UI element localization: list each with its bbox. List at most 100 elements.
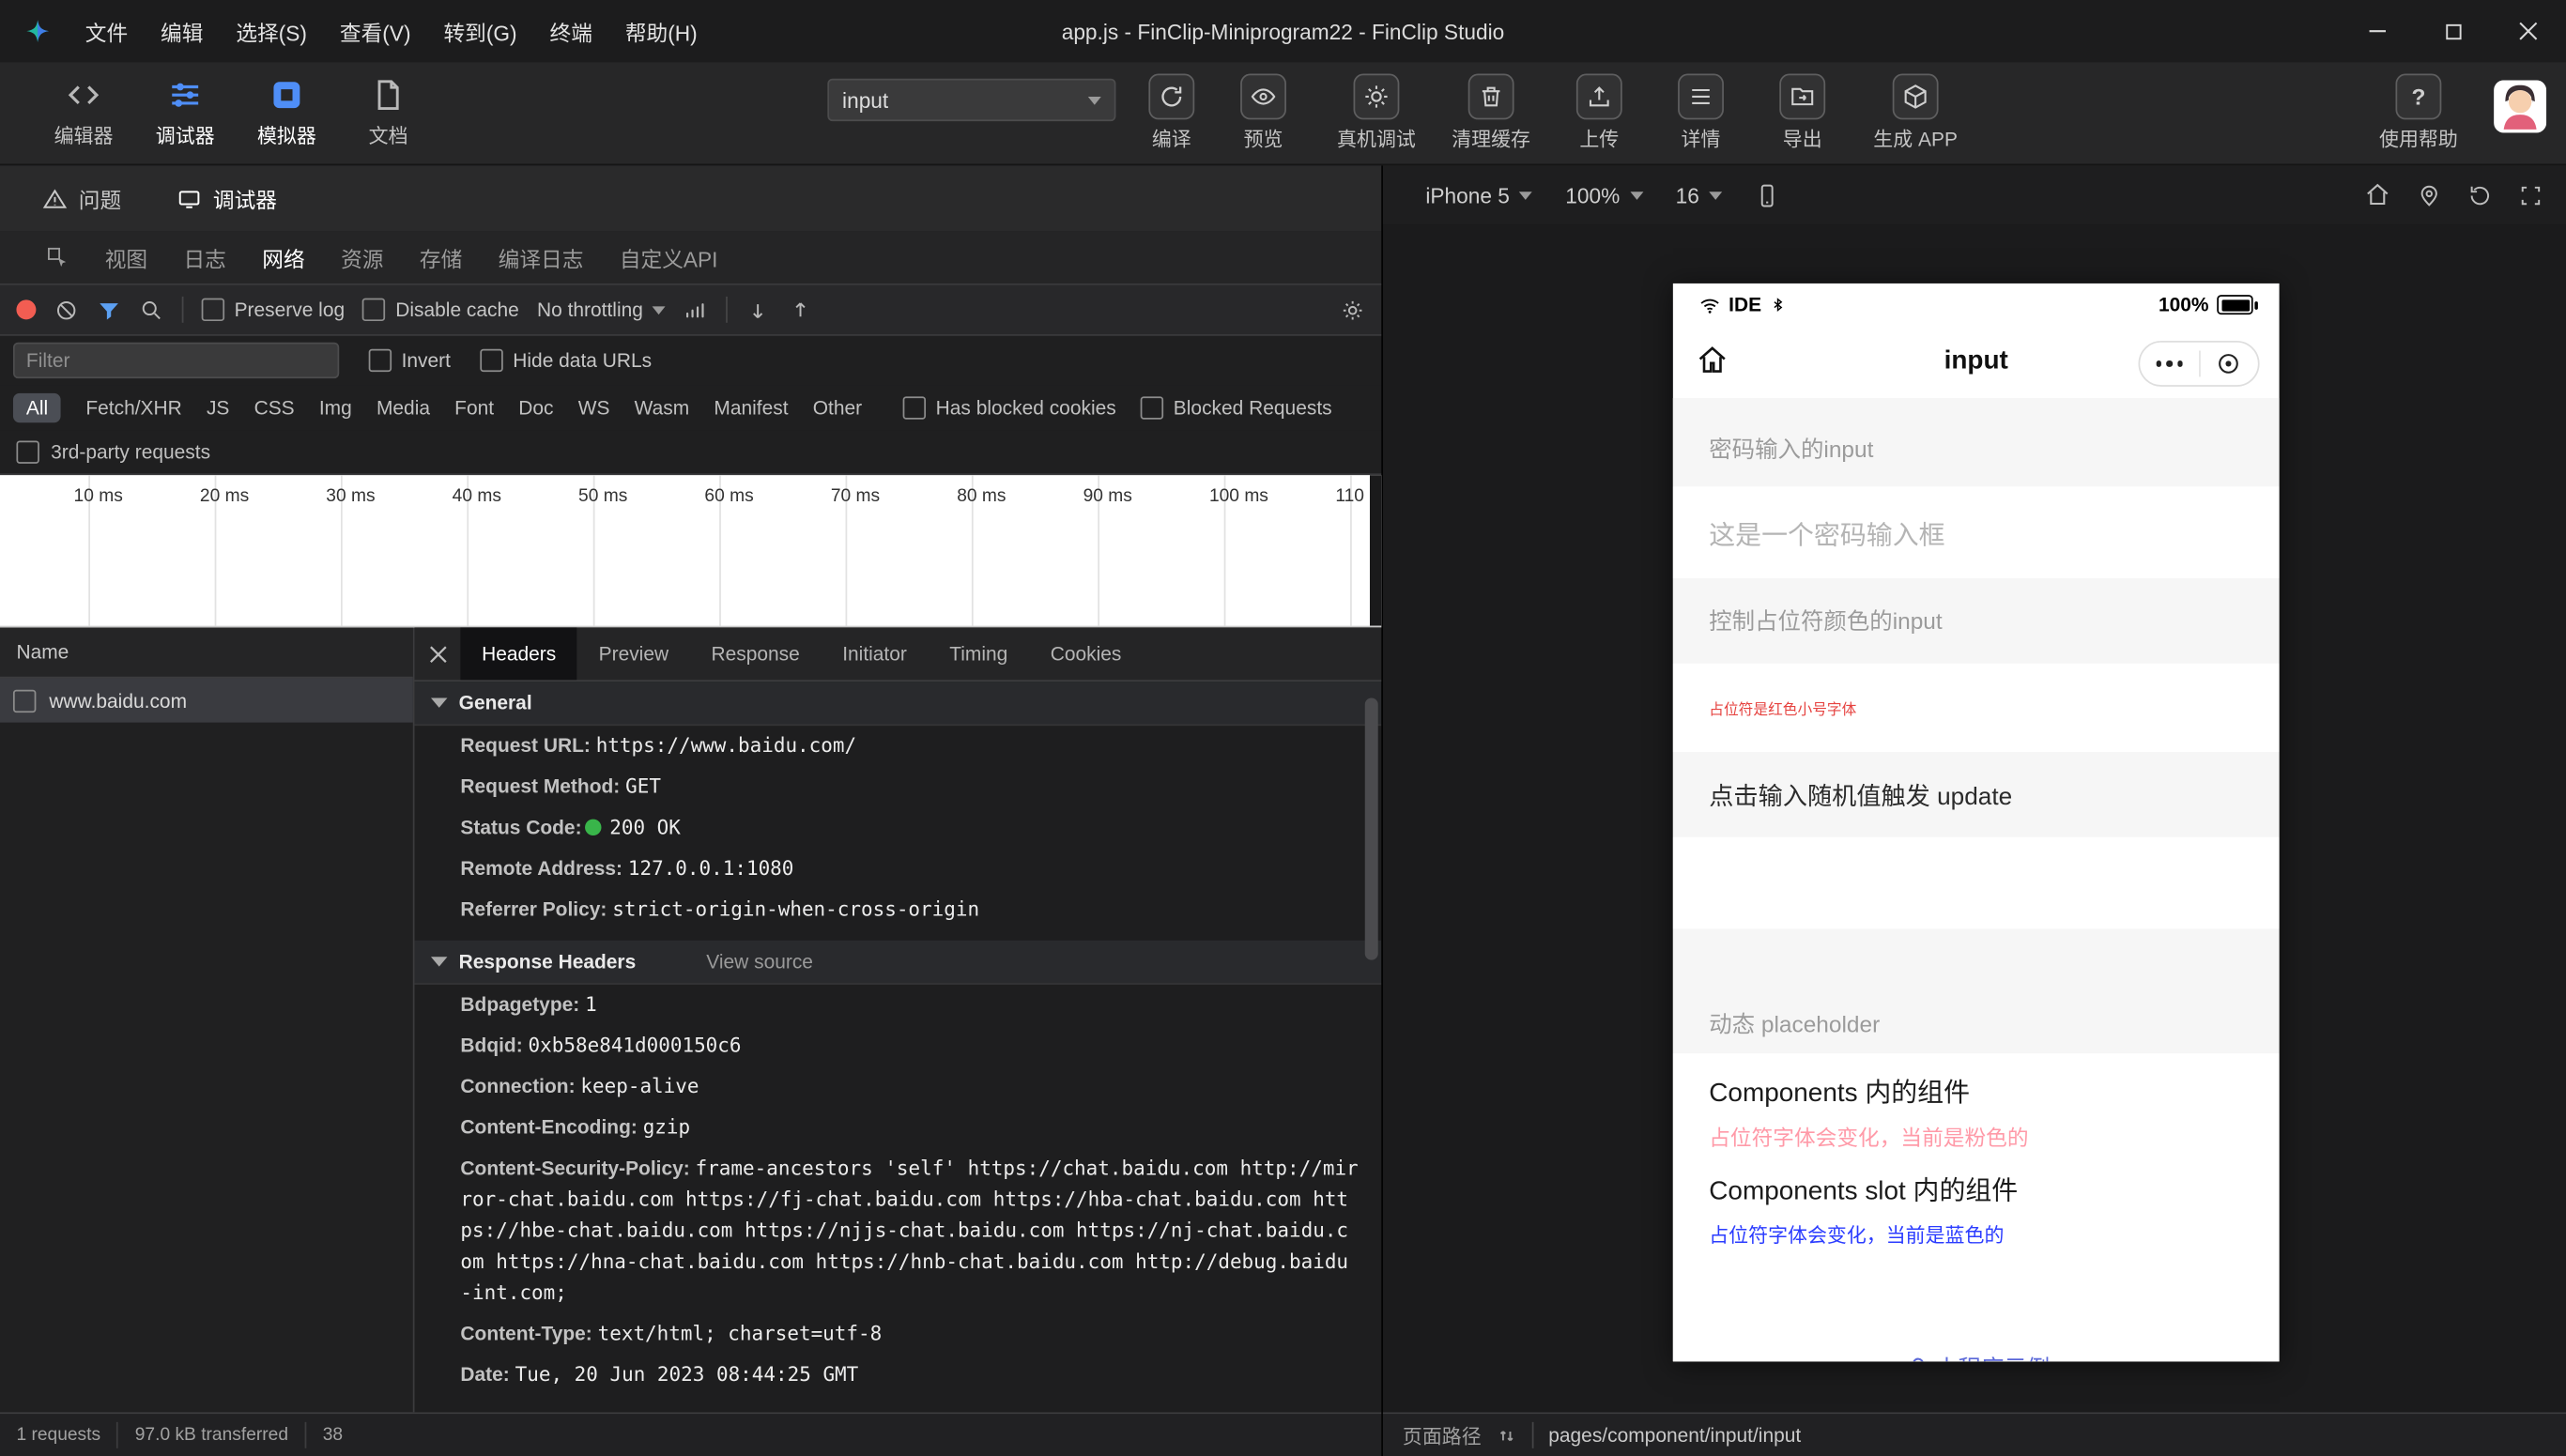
name-column-header[interactable]: Name [0,627,413,679]
chip-doc[interactable]: Doc [518,396,553,419]
tab-timing[interactable]: Timing [929,627,1029,680]
user-avatar[interactable] [2494,80,2547,133]
capture-icon[interactable] [2518,183,2543,207]
inspect-icon[interactable] [46,246,69,268]
preserve-log-checkbox[interactable]: Preserve log [201,298,345,322]
export-button[interactable]: 导出 [1763,73,1842,153]
miniprogram-sample-link[interactable]: 小程序示例 [1673,1352,2280,1362]
help-button[interactable]: ? 使用帮助 [2373,73,2465,153]
tab-cookies[interactable]: Cookies [1029,627,1143,680]
chip-media[interactable]: Media [376,396,430,419]
chip-font[interactable]: Font [454,396,494,419]
maximize-icon[interactable] [2415,0,2490,62]
hide-data-urls-checkbox[interactable]: Hide data URLs [480,348,652,373]
tab-custom-api[interactable]: 自定义API [620,241,718,272]
chip-wasm[interactable]: Wasm [635,396,690,419]
preview-button[interactable]: 预览 [1227,73,1299,153]
upload-button[interactable]: 上传 [1560,73,1638,153]
minimize-icon[interactable] [2340,0,2415,62]
compile-target-select[interactable]: input [827,78,1116,122]
device-select[interactable]: iPhone 5 [1425,183,1533,207]
chip-manifest[interactable]: Manifest [714,396,788,419]
menu-goto[interactable]: 转到(G) [427,16,533,47]
debugger-button[interactable]: 调试器 [141,74,229,149]
close-icon[interactable] [2491,0,2566,62]
home-icon[interactable] [2364,182,2390,208]
editor-button[interactable]: 编辑器 [39,74,128,149]
scrollbar[interactable] [1369,475,1382,626]
tab-preview[interactable]: Preview [577,627,690,680]
menu-terminal[interactable]: 终端 [533,16,608,47]
password-input[interactable]: 这是一个密码输入框 [1672,486,2280,579]
chip-img[interactable]: Img [319,396,352,419]
throttling-select[interactable]: No throttling [537,299,667,321]
home-icon[interactable] [1696,344,1729,376]
tab-resources[interactable]: 资源 [341,241,383,272]
clear-cache-button[interactable]: 清理缓存 [1445,73,1537,153]
record-icon[interactable] [16,299,37,320]
close-circle-icon[interactable] [2200,343,2258,385]
update-trigger-row[interactable]: 点击输入随机值触发 update [1673,752,2280,837]
tab-compile-log[interactable]: 编译日志 [499,241,584,272]
settings-gear-icon[interactable] [1341,298,1365,322]
tab-debugger-panel[interactable]: 调试器 [177,183,277,214]
refresh-icon[interactable] [2467,183,2492,207]
tab-initiator[interactable]: Initiator [822,627,929,680]
filter-input[interactable] [12,342,340,379]
chip-other[interactable]: Other [813,396,862,419]
invert-checkbox[interactable]: Invert [368,348,451,373]
close-details-icon[interactable] [415,627,461,680]
search-icon[interactable] [139,298,163,322]
filter-funnel-icon[interactable] [97,298,121,322]
chip-fetch-xhr[interactable]: Fetch/XHR [85,396,181,419]
chip-ws[interactable]: WS [578,396,610,419]
response-headers-section-header[interactable]: Response Headers View source [414,940,1382,985]
simulator-button[interactable]: 模拟器 [242,74,330,149]
device-frame-icon[interactable] [1755,183,1779,207]
details-button[interactable]: 详情 [1662,73,1741,153]
remote-debug-button[interactable]: 真机调试 [1330,73,1422,153]
pink-placeholder-text[interactable]: 占位符字体会变化，当前是粉色的 [1709,1121,2243,1152]
import-har-icon[interactable] [746,298,771,322]
tab-headers[interactable]: Headers [460,627,577,681]
location-icon[interactable] [2417,183,2441,207]
docs-button[interactable]: 文档 [344,74,432,149]
third-party-checkbox[interactable]: 3rd-party requests [0,430,1382,476]
more-icon[interactable] [2140,343,2198,385]
menu-select[interactable]: 选择(S) [220,16,324,47]
request-checkbox[interactable] [12,688,37,713]
request-row[interactable]: www.baidu.com [0,678,413,723]
zoom-select[interactable]: 100% [1565,183,1643,207]
menu-view[interactable]: 查看(V) [323,16,427,47]
clear-icon[interactable] [54,298,79,322]
scrollbar-thumb[interactable] [1364,697,1378,960]
network-conditions-icon[interactable] [684,298,709,322]
compile-button[interactable]: 编译 [1135,73,1207,153]
tab-network[interactable]: 网络 [262,241,304,272]
chip-all[interactable]: All [12,392,62,423]
export-har-icon[interactable] [789,298,813,322]
tab-view[interactable]: 视图 [105,241,147,272]
blocked-requests-checkbox[interactable]: Blocked Requests [1140,396,1332,420]
menu-help[interactable]: 帮助(H) [608,16,714,47]
menu-edit[interactable]: 编辑 [145,16,220,47]
view-source-link[interactable]: View source [706,950,813,973]
generate-app-button[interactable]: 生成 APP [1865,73,1966,153]
network-overview-timeline[interactable]: 10 ms 20 ms 30 ms 40 ms 50 ms 60 ms 70 m… [0,475,1382,628]
blue-placeholder-text[interactable]: 占位符字体会变化，当前是蓝色的 [1709,1220,2243,1249]
chip-css[interactable]: CSS [254,396,295,419]
general-section-header[interactable]: General [414,682,1382,727]
fontsize-select[interactable]: 16 [1676,183,1723,207]
tab-storage[interactable]: 存储 [420,241,462,272]
empty-input[interactable] [1672,836,2280,929]
tab-log[interactable]: 日志 [183,241,225,272]
disable-cache-checkbox[interactable]: Disable cache [362,298,519,322]
chip-js[interactable]: JS [207,396,229,419]
menu-file[interactable]: 文件 [69,16,144,47]
timeline-tick: 100 ms [1208,486,1268,507]
has-blocked-cookies-checkbox[interactable]: Has blocked cookies [902,396,1116,420]
tab-response[interactable]: Response [690,627,822,680]
sort-icon[interactable] [1496,1424,1517,1446]
tab-problems[interactable]: 问题 [42,183,121,214]
red-placeholder-input[interactable]: 占位符是红色小号字体 [1672,663,2280,753]
